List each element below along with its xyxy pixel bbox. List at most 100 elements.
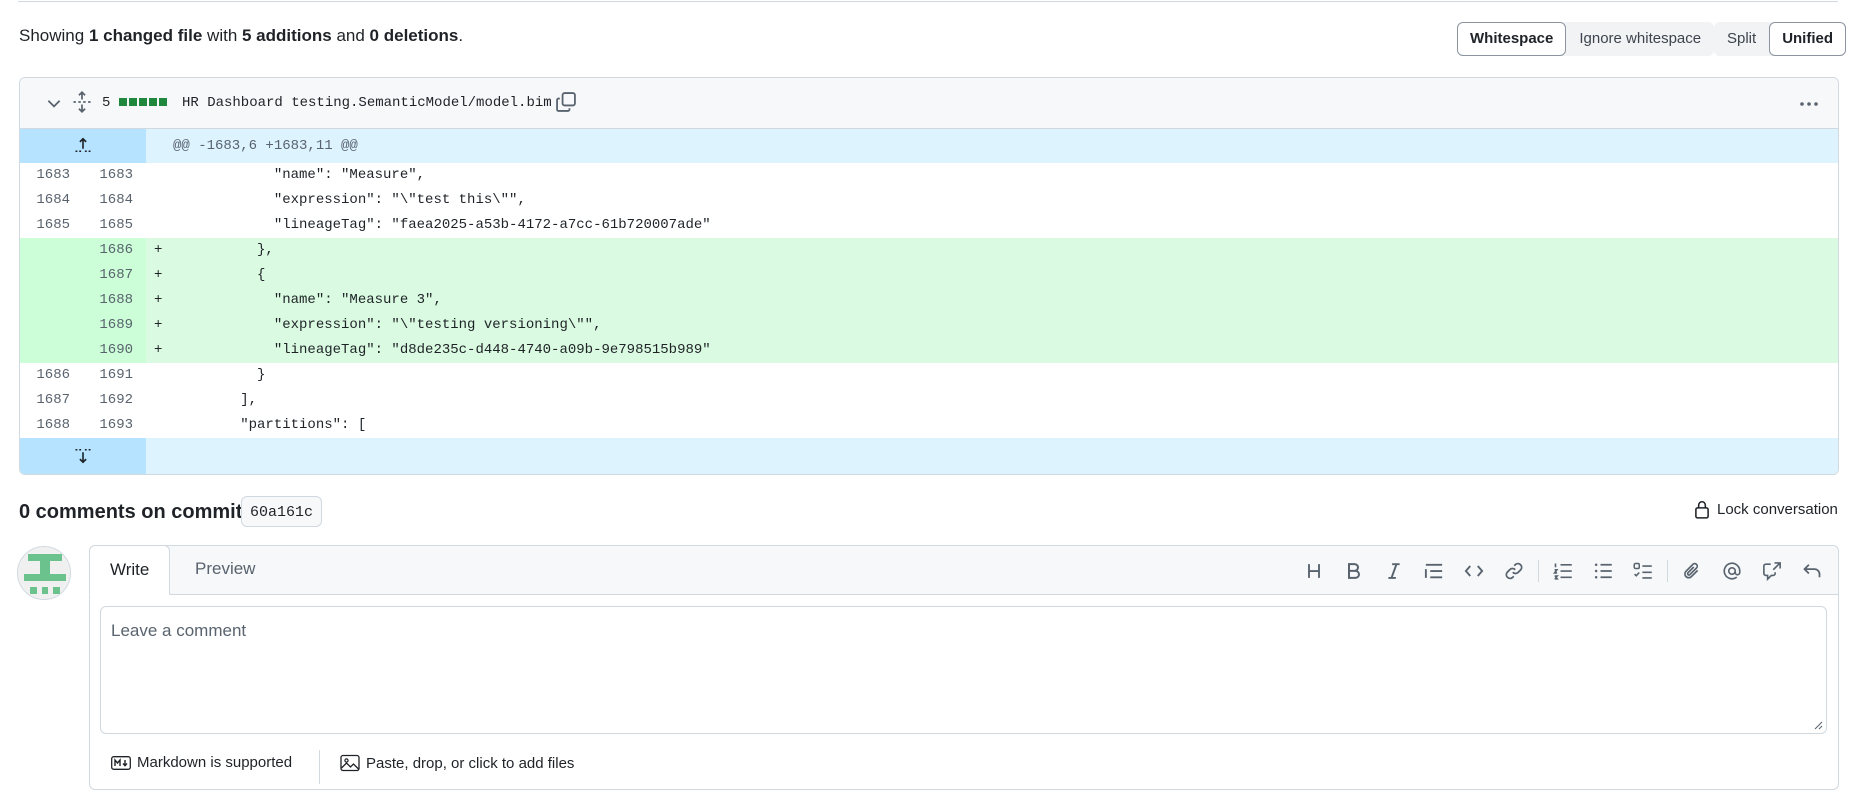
old-line-number[interactable]: 1688 [20,413,70,438]
composer-footer: Markdown is supported Paste, drop, or cl… [90,742,1838,788]
diff-line-context: 1686 1691 } [20,363,1838,388]
ordered-list-button[interactable] [1543,557,1583,585]
code-text: "lineageTag": "faea2025-a53b-4172-a7cc-6… [173,217,711,233]
diff-line-added: 1689 + "expression": "\"testing versionin… [20,313,1838,338]
new-line-number[interactable]: 1685 [83,213,133,238]
diffstat-square [119,98,127,106]
hunk-footer [20,438,1838,474]
top-divider [18,0,1838,2]
undo-icon [1803,564,1821,578]
expand-down-button[interactable] [20,438,146,474]
footer-divider [319,750,320,784]
new-line-number[interactable]: 1689 [83,313,133,338]
diff-summary: Showing 1 changed file with 5 additions … [19,26,463,46]
resize-handle-icon[interactable] [1811,718,1823,730]
code-text: "expression": "\"testing versioning\"", [173,317,602,333]
bold-button[interactable] [1334,557,1374,585]
link-button[interactable] [1494,557,1534,585]
new-line-number[interactable]: 1683 [83,163,133,188]
summary-prefix: Showing [19,26,89,45]
code-text: "name": "Measure 3", [173,292,442,308]
old-line-number[interactable]: 1687 [20,388,70,413]
tab-write[interactable]: Write [89,545,171,595]
code-text: }, [173,242,274,258]
new-line-number[interactable]: 1686 [83,238,133,263]
kebab-menu-icon[interactable] [1797,92,1821,116]
task-list-button[interactable] [1623,557,1663,585]
unified-view-button[interactable]: Unified [1769,22,1847,56]
reference-button[interactable] [1752,557,1792,585]
avatar[interactable] [17,546,71,600]
copy-icon[interactable] [555,91,577,113]
whitespace-button[interactable]: Whitespace [1457,22,1567,56]
toolbar-divider [1538,560,1539,582]
diff-line-context: 1685 1685 "lineageTag": "faea2025-a53b-41… [20,213,1838,238]
ordered-list-icon [1553,563,1572,580]
diff-line-added: 1690 + "lineageTag": "d8de235c-d448-4740-… [20,338,1838,363]
unordered-list-button[interactable] [1583,557,1623,585]
diff-line-added: 1688 + "name": "Measure 3", [20,288,1838,313]
bold-icon [1348,563,1360,579]
heading-icon [1308,564,1320,578]
new-line-number[interactable]: 1688 [83,288,133,313]
diffstat-square [129,98,137,106]
diff-sign: + [154,242,163,258]
diff-line-context: 1688 1693 "partitions": [ [20,413,1838,438]
markdown-icon [111,755,131,770]
ignore-whitespace-button[interactable]: Ignore whitespace [1566,22,1715,56]
file-diff: 5 HR Dashboard testing.SemanticModel/mod… [19,77,1839,475]
lock-icon [1695,501,1709,519]
new-line-number[interactable]: 1687 [83,263,133,288]
new-line-number[interactable]: 1690 [83,338,133,363]
hunk-header: @@ -1683,6 +1683,11 @@ [20,129,1838,163]
comments-title: 0 comments on commit [19,501,243,523]
code-button[interactable] [1454,557,1494,585]
old-line-number[interactable]: 1685 [20,213,70,238]
quote-button[interactable] [1414,557,1454,585]
attach-label: Paste, drop, or click to add files [366,754,575,772]
attach-button[interactable] [1672,557,1712,585]
code-text: { [173,267,266,283]
mention-button[interactable] [1712,557,1752,585]
italic-icon [1388,563,1400,579]
additions-count: 5 additions [242,26,332,45]
unordered-list-icon [1594,563,1612,579]
attach-files-button[interactable]: Paste, drop, or click to add files [340,754,574,772]
lock-conversation-button[interactable]: Lock conversation [1693,499,1838,519]
diffstat-square [139,98,147,106]
new-line-number[interactable]: 1691 [83,363,133,388]
old-line-number[interactable]: 1684 [20,188,70,213]
heading-button[interactable] [1294,557,1334,585]
lock-conversation-label: Lock conversation [1717,500,1838,518]
quote-icon [1424,563,1443,579]
expand-all-icon[interactable] [72,91,92,113]
link-icon [1505,562,1523,580]
old-line-number[interactable]: 1683 [20,163,70,188]
code-text: } [173,367,266,383]
file-name-link[interactable]: HR Dashboard testing.SemanticModel/model… [182,95,552,111]
old-line-number[interactable]: 1686 [20,363,70,388]
changed-files-count: 1 changed file [88,26,203,45]
new-line-number[interactable]: 1684 [83,188,133,213]
whitespace-toggle: Whitespace Ignore whitespace [1457,22,1715,56]
markdown-label: Markdown is supported [137,754,293,771]
hunk-header-text: @@ -1683,6 +1683,11 @@ [173,138,358,154]
summary-suffix: . [458,26,464,45]
split-view-button[interactable]: Split [1714,22,1770,56]
undo-button[interactable] [1792,557,1832,585]
expand-up-button[interactable] [20,129,146,163]
markdown-supported-link[interactable]: Markdown is supported [111,754,292,771]
commit-sha[interactable]: 60a161c [241,496,323,527]
new-line-number[interactable]: 1693 [83,413,133,438]
expand-down-icon [75,449,91,464]
comment-composer: Write Preview Leave a comment Markdown i [89,545,1839,790]
task-list-icon [1633,562,1652,579]
composer-tabs: Write Preview [89,545,1838,595]
tab-preview[interactable]: Preview [175,545,275,595]
new-line-number[interactable]: 1692 [83,388,133,413]
chevron-down-icon[interactable] [45,94,63,112]
comment-textarea[interactable]: Leave a comment [100,606,1827,734]
attach-icon [1684,562,1699,579]
italic-button[interactable] [1374,557,1414,585]
code-text: "expression": "\"test this\"", [173,192,526,208]
